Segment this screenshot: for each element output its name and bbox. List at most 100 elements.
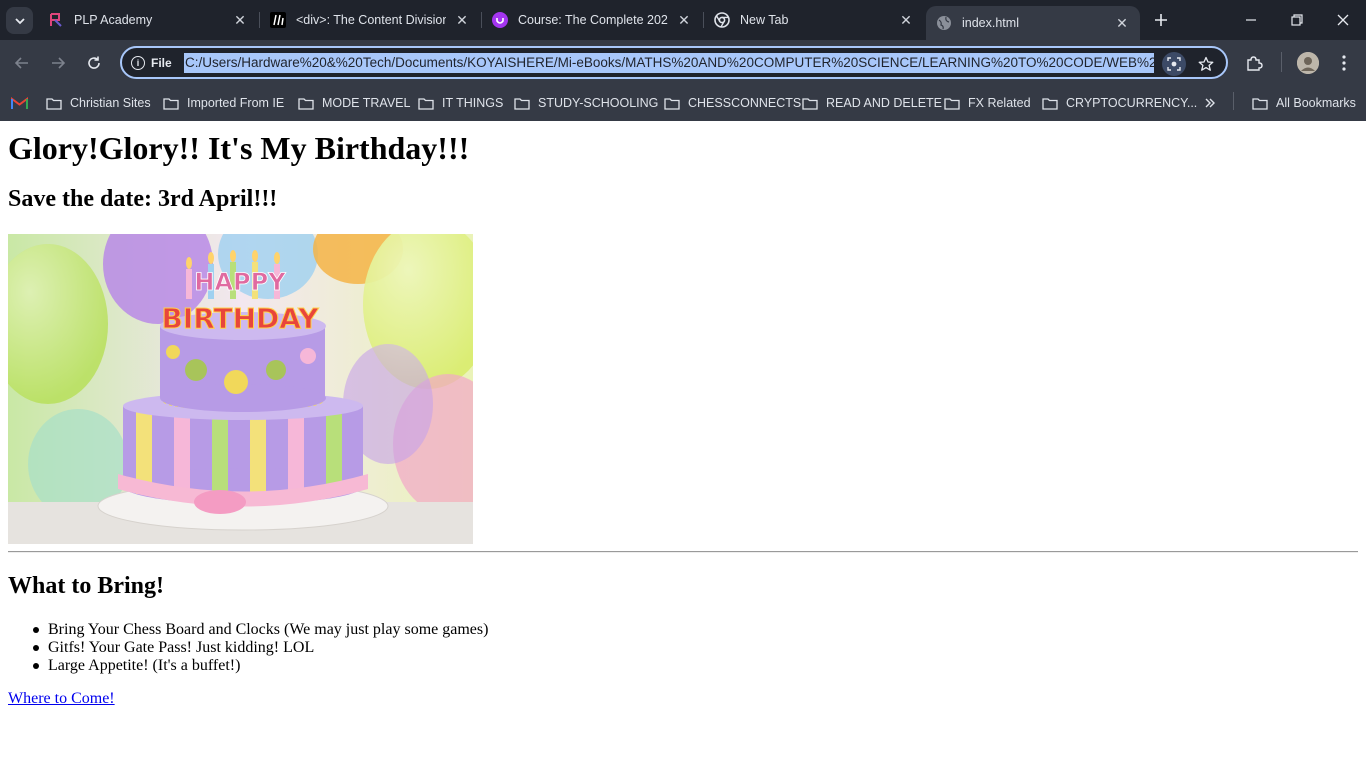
- bookmark-label: IT THINGS: [442, 96, 504, 110]
- back-button[interactable]: [9, 50, 35, 76]
- divider: [8, 551, 1358, 553]
- tab-strip: PLP Academy ✕ <div>: The Content Divisio…: [0, 0, 1366, 40]
- folder-icon: [1042, 97, 1058, 110]
- bookmark-label: All Bookmarks: [1276, 96, 1356, 110]
- new-tab-button[interactable]: [1150, 9, 1172, 31]
- where-to-come-link[interactable]: Where to Come!: [8, 690, 115, 708]
- web-page: Glory!Glory!! It's My Birthday!!! Save t…: [0, 121, 1366, 767]
- tab-title: index.html: [962, 16, 1019, 30]
- scheme-label: File: [151, 56, 172, 70]
- tab-mdn-div[interactable]: <div>: The Content Division ✕: [260, 0, 480, 40]
- avatar: [1297, 52, 1319, 74]
- tab-title: <div>: The Content Division: [296, 13, 446, 27]
- bookmark-gmail[interactable]: [11, 92, 28, 114]
- toolbar-divider: [1281, 52, 1282, 72]
- bookmark-label: Imported From IE: [187, 96, 285, 110]
- close-tab-icon[interactable]: ✕: [1112, 13, 1132, 33]
- all-bookmarks-button[interactable]: All Bookmarks: [1252, 92, 1356, 114]
- tab-title: PLP Academy: [74, 13, 153, 27]
- close-icon: [1337, 14, 1349, 26]
- tab-new-tab[interactable]: New Tab ✕: [704, 0, 924, 40]
- star-icon: [1198, 56, 1214, 71]
- globe-icon: [936, 15, 952, 31]
- address-bar[interactable]: i File C:/Users/Hardware%20&%20Tech/Docu…: [120, 46, 1228, 79]
- bookmark-label: Christian Sites: [70, 96, 151, 110]
- url-text[interactable]: C:/Users/Hardware%20&%20Tech/Documents/K…: [184, 53, 1154, 73]
- birthday-cake-image: HAPPY BIRTHDAY: [8, 234, 473, 544]
- profile-button[interactable]: [1294, 49, 1322, 77]
- udemy-icon: [492, 12, 508, 28]
- list-item: Gitfs! Your Gate Pass! Just kidding! LOL: [32, 639, 488, 657]
- forward-button[interactable]: [45, 50, 71, 76]
- bookmark-label: STUDY-SCHOOLING: [538, 96, 659, 110]
- browser-toolbar: i File C:/Users/Hardware%20&%20Tech/Docu…: [0, 40, 1366, 85]
- minimize-button[interactable]: [1228, 0, 1274, 40]
- bookmarks-bar: Christian Sites Imported From IE MODE TR…: [0, 85, 1366, 121]
- bookmark-label: READ AND DELETE: [826, 96, 943, 110]
- puzzle-icon: [1247, 56, 1263, 71]
- close-tab-icon[interactable]: ✕: [452, 10, 472, 30]
- tab-title: New Tab: [740, 13, 789, 27]
- folder-icon: [802, 97, 818, 110]
- double-chevron-right-icon: [1205, 98, 1215, 108]
- menu-button[interactable]: [1330, 49, 1358, 77]
- bring-list: Bring Your Chess Board and Clocks (We ma…: [32, 621, 489, 675]
- page-subtitle: Save the date: 3rd April!!!: [8, 186, 278, 212]
- folder-icon: [944, 97, 960, 110]
- google-lens-button[interactable]: [1162, 52, 1186, 76]
- arrow-left-icon: [14, 57, 28, 69]
- reload-button[interactable]: [81, 50, 107, 76]
- bookmark-label: FX Related: [968, 96, 1031, 110]
- lens-icon: [1167, 57, 1181, 71]
- folder-icon: [163, 97, 179, 110]
- bookmark-folder[interactable]: CRYPTOCURRENCY...: [1042, 92, 1197, 114]
- minimize-icon: [1246, 19, 1256, 21]
- folder-icon: [46, 97, 62, 110]
- restore-icon: [1291, 14, 1303, 26]
- folder-icon: [664, 97, 680, 110]
- bookmark-label: CRYPTOCURRENCY...: [1066, 96, 1198, 110]
- tab-index-html[interactable]: index.html ✕: [926, 6, 1140, 40]
- chevron-down-icon: [14, 17, 25, 24]
- cake-text-birthday: BIRTHDAY: [161, 302, 319, 335]
- tab-search-button[interactable]: [6, 7, 33, 34]
- tab-udemy-course[interactable]: Course: The Complete 2024 ✕: [482, 0, 702, 40]
- bookmark-folder[interactable]: MODE TRAVEL: [298, 92, 410, 114]
- bookmark-folder[interactable]: Christian Sites: [46, 92, 151, 114]
- mdn-icon: [270, 12, 286, 28]
- extensions-button[interactable]: [1240, 49, 1268, 77]
- list-item: Bring Your Chess Board and Clocks (We ma…: [32, 621, 489, 638]
- site-info-button[interactable]: i File: [131, 54, 179, 72]
- plus-icon: [1155, 14, 1167, 26]
- cake-text-happy: HAPPY: [194, 268, 286, 296]
- bookmark-star-button[interactable]: [1194, 52, 1218, 76]
- reload-icon: [88, 56, 100, 69]
- bookmark-folder[interactable]: STUDY-SCHOOLING: [514, 92, 658, 114]
- more-bookmarks-button[interactable]: [1204, 92, 1216, 114]
- folder-icon: [298, 97, 314, 110]
- restore-button[interactable]: [1274, 0, 1320, 40]
- folder-icon: [514, 97, 530, 110]
- arrow-right-icon: [52, 57, 66, 69]
- chrome-icon: [714, 12, 730, 28]
- gmail-icon: [11, 96, 28, 109]
- bookmark-folder[interactable]: Imported From IE: [163, 92, 284, 114]
- plp-academy-icon: [48, 12, 64, 28]
- section-heading: What to Bring!: [8, 573, 164, 599]
- bookmark-folder[interactable]: READ AND DELETE: [802, 92, 942, 114]
- bookmark-label: CHESSCONNECTS: [688, 96, 802, 110]
- tab-title: Course: The Complete 2024: [518, 13, 668, 27]
- bookmark-folder[interactable]: FX Related: [944, 92, 1031, 114]
- tab-plp-academy[interactable]: PLP Academy ✕: [38, 0, 258, 40]
- close-tab-icon[interactable]: ✕: [674, 10, 694, 30]
- bookmarks-divider: [1233, 92, 1234, 110]
- close-tab-icon[interactable]: ✕: [896, 10, 916, 30]
- bookmark-folder[interactable]: IT THINGS: [418, 92, 503, 114]
- kebab-menu-icon: [1342, 55, 1346, 71]
- close-window-button[interactable]: [1320, 0, 1366, 40]
- folder-icon: [418, 97, 434, 110]
- page-title: Glory!Glory!! It's My Birthday!!!: [8, 130, 470, 166]
- bookmark-folder[interactable]: CHESSCONNECTS: [664, 92, 801, 114]
- close-tab-icon[interactable]: ✕: [230, 10, 250, 30]
- bookmark-label: MODE TRAVEL: [322, 96, 411, 110]
